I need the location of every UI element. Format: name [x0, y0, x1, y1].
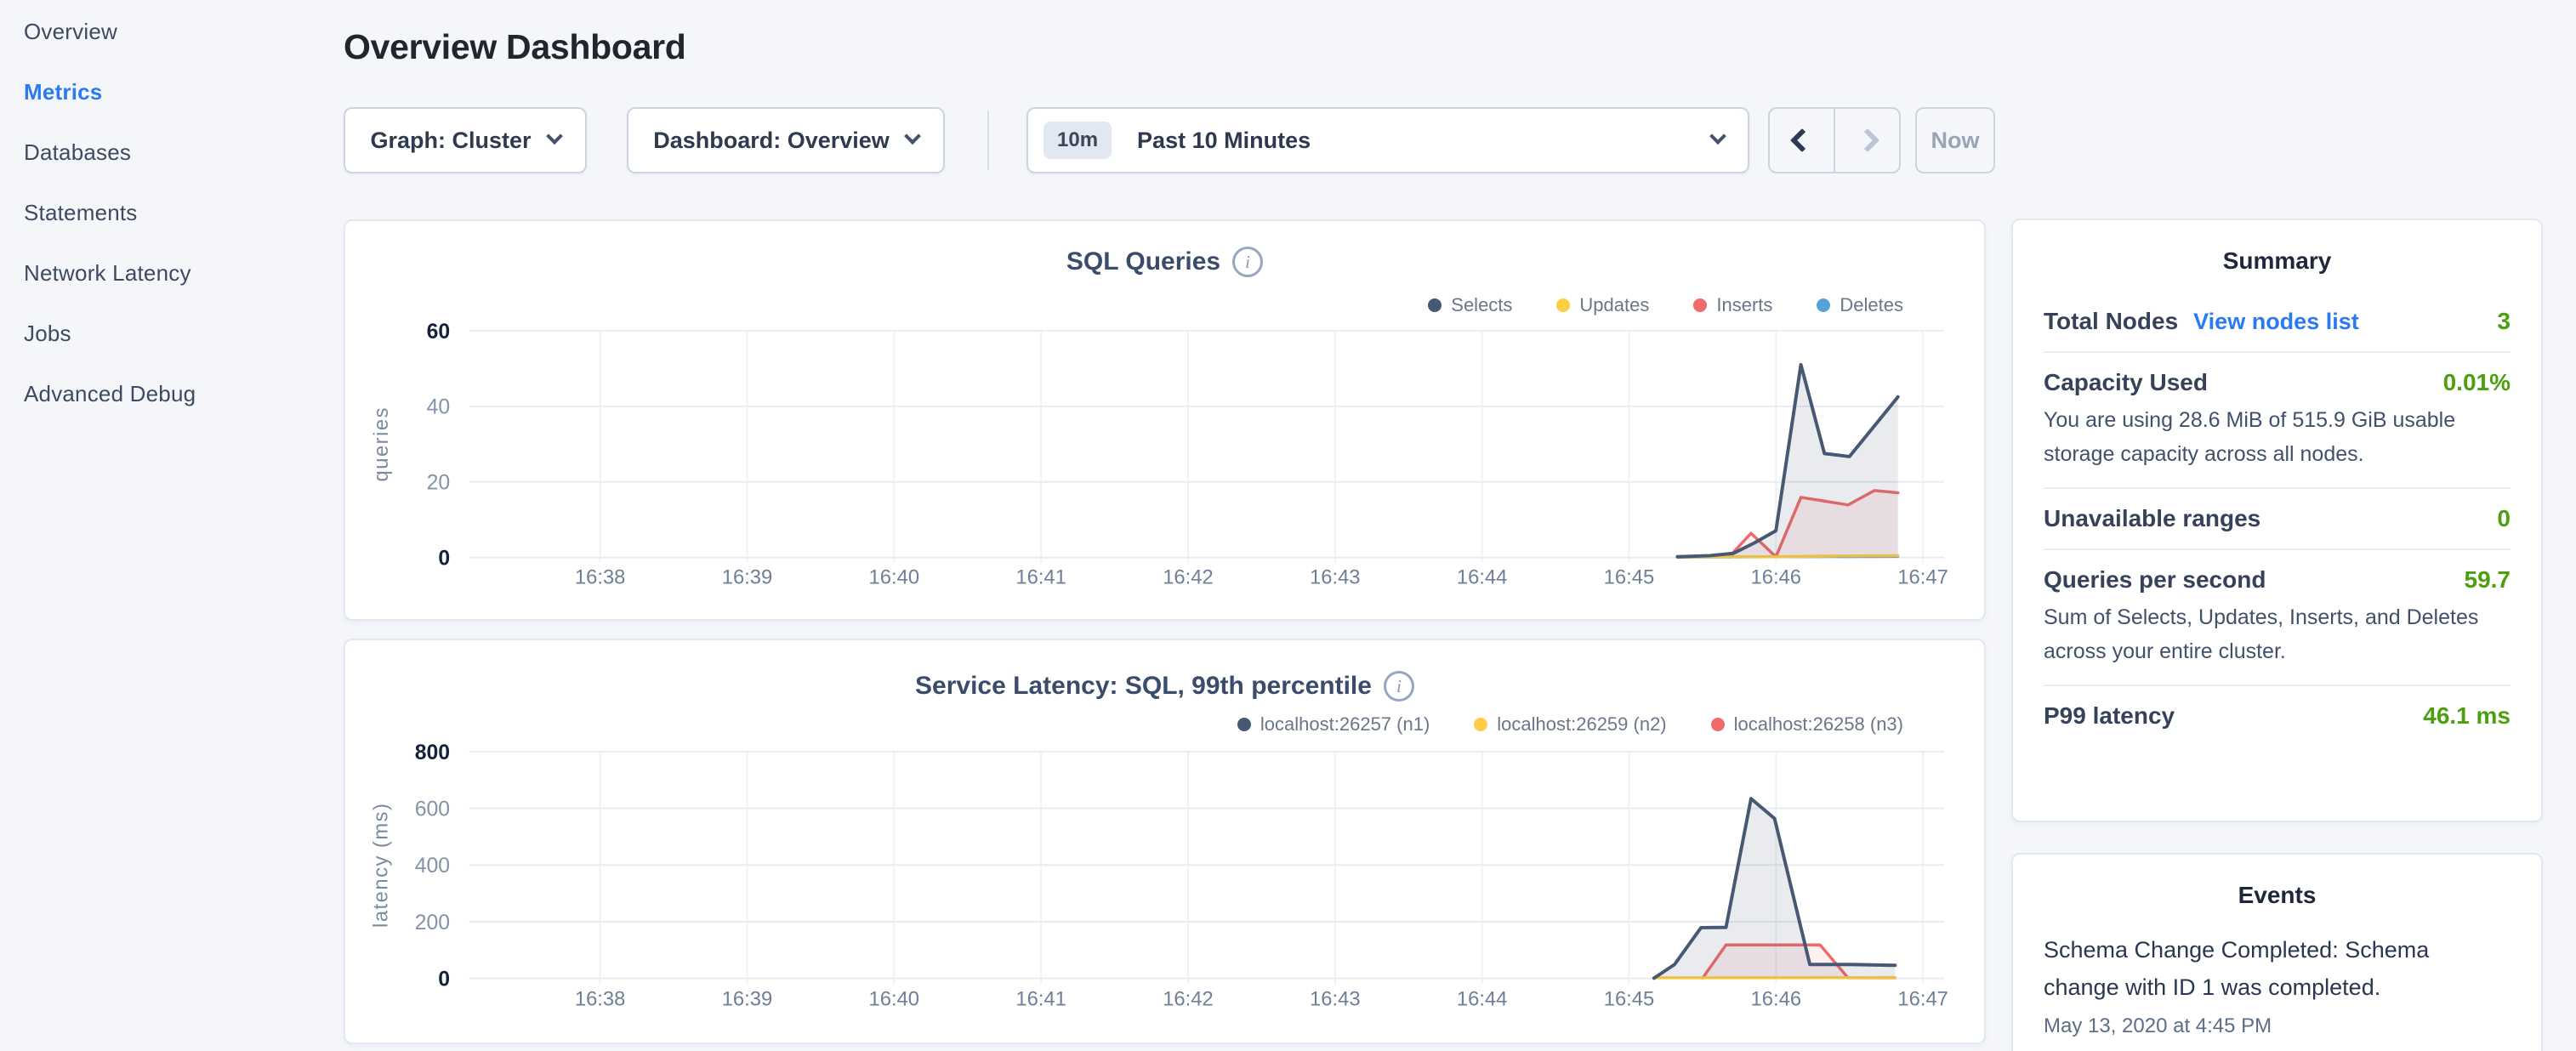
svg-text:16:39: 16:39 [722, 565, 773, 588]
summary-row-label: Unavailable ranges [2044, 505, 2260, 532]
toolbar-divider [987, 111, 989, 170]
svg-text:400: 400 [415, 855, 450, 878]
chevron-down-icon [546, 128, 563, 145]
summary-row-label: Total Nodes [2044, 308, 2178, 335]
svg-text:queries: queries [370, 406, 393, 481]
chevron-down-icon [904, 128, 921, 145]
svg-text:60: 60 [427, 321, 451, 344]
events-panel: Events Schema Change Completed: Schema c… [2011, 853, 2543, 1051]
time-range-dropdown[interactable]: 10m Past 10 Minutes [1026, 107, 1749, 173]
svg-text:16:40: 16:40 [869, 987, 920, 1010]
summary-row-queries-per-second: Queries per second 59.7 Sum of Selects, … [2044, 550, 2511, 686]
svg-text:16:41: 16:41 [1015, 987, 1066, 1010]
summary-row-value: 46.1 ms [2423, 702, 2511, 730]
next-range-button[interactable] [1834, 109, 1899, 172]
svg-text:16:45: 16:45 [1604, 565, 1655, 588]
sidebar-item-advanced-debug[interactable]: Advanced Debug [0, 364, 333, 424]
summary-row-p99-latency: P99 latency 46.1 ms [2044, 686, 2511, 746]
svg-text:16:47: 16:47 [1897, 565, 1948, 588]
summary-row-value: 0 [2497, 505, 2511, 532]
svg-text:0: 0 [438, 548, 450, 571]
svg-text:16:46: 16:46 [1750, 565, 1801, 588]
sidebar-item-databases[interactable]: Databases [0, 122, 333, 183]
view-nodes-list-link[interactable]: View nodes list [2193, 309, 2359, 335]
event-timestamp: May 13, 2020 at 4:45 PM [2044, 1014, 2511, 1038]
svg-text:0: 0 [438, 969, 450, 991]
summary-row-value: 3 [2497, 308, 2511, 335]
svg-text:16:40: 16:40 [869, 565, 920, 588]
summary-row-label: Capacity Used [2044, 369, 2208, 396]
svg-text:800: 800 [415, 741, 450, 764]
summary-row-label: P99 latency [2044, 702, 2175, 730]
chevron-left-icon [1789, 128, 1813, 152]
svg-text:16:38: 16:38 [575, 565, 626, 588]
dashboard-dropdown[interactable]: Dashboard: Overview [627, 107, 945, 173]
summary-row-description: Sum of Selects, Updates, Inserts, and De… [2044, 600, 2511, 668]
sidebar: OverviewMetricsDatabasesStatementsNetwor… [0, 0, 333, 1051]
summary-title: Summary [2044, 247, 2511, 275]
svg-text:20: 20 [427, 472, 451, 495]
svg-text:16:44: 16:44 [1457, 565, 1508, 588]
dashboard-dropdown-label: Dashboard: Overview [653, 128, 890, 154]
sidebar-item-statements[interactable]: Statements [0, 183, 333, 243]
svg-text:16:41: 16:41 [1015, 565, 1066, 588]
summary-row-capacity-used: Capacity Used 0.01% You are using 28.6 M… [2044, 353, 2511, 489]
summary-row-description: You are using 28.6 MiB of 515.9 GiB usab… [2044, 403, 2511, 471]
summary-row-value: 0.01% [2443, 369, 2511, 396]
time-range-label: Past 10 Minutes [1137, 128, 1311, 154]
time-range-pager [1768, 107, 1901, 173]
prev-range-button[interactable] [1770, 109, 1834, 172]
svg-text:600: 600 [415, 798, 450, 821]
sql-queries-chart-card: SQL Queries i SelectsUpdatesInsertsDelet… [344, 219, 1986, 621]
chevron-right-icon [1855, 128, 1879, 152]
svg-text:16:42: 16:42 [1163, 987, 1214, 1010]
summary-row-unavailable-ranges: Unavailable ranges 0 [2044, 489, 2511, 550]
toolbar: Graph: Cluster Dashboard: Overview 10m P… [344, 107, 2078, 173]
sidebar-item-jobs[interactable]: Jobs [0, 304, 333, 364]
summary-panel: Summary Total Nodes View nodes list 3 Ca… [2011, 219, 2543, 822]
sidebar-item-network-latency[interactable]: Network Latency [0, 243, 333, 304]
service-latency-plot[interactable]: 16:38 16:39 16:40 16:41 16:42 16:43 16:44 16:45… [345, 640, 1984, 1042]
cockroachdb-admin-console: OverviewMetricsDatabasesStatementsNetwor… [0, 0, 2576, 1051]
event-text: Schema Change Completed: Schema change w… [2044, 931, 2511, 1006]
now-button[interactable]: Now [1915, 107, 1995, 173]
service-latency-chart-card: Service Latency: SQL, 99th percentile i … [344, 639, 1986, 1044]
page-title: Overview Dashboard [344, 27, 685, 67]
summary-row-label: Queries per second [2044, 566, 2266, 594]
chevron-down-icon [1709, 128, 1726, 145]
sidebar-item-metrics[interactable]: Metrics [0, 62, 333, 122]
svg-text:16:42: 16:42 [1163, 565, 1214, 588]
svg-text:16:45: 16:45 [1604, 987, 1655, 1010]
svg-text:40: 40 [427, 396, 451, 419]
event-list-item[interactable]: Schema Change Completed: Schema change w… [2044, 931, 2511, 1038]
svg-text:16:46: 16:46 [1751, 987, 1802, 1010]
sql-queries-plot[interactable]: 16:38 16:39 16:40 16:41 16:42 16:43 16:44 16:45… [345, 221, 1984, 619]
svg-text:16:44: 16:44 [1457, 987, 1508, 1010]
summary-row-total-nodes: Total Nodes View nodes list 3 [2044, 292, 2511, 353]
graph-dropdown-label: Graph: Cluster [370, 128, 531, 154]
svg-text:200: 200 [415, 912, 450, 935]
sidebar-item-overview[interactable]: Overview [0, 2, 333, 62]
time-range-badge: 10m [1043, 122, 1112, 159]
events-title: Events [2044, 882, 2511, 909]
svg-text:16:47: 16:47 [1897, 987, 1948, 1010]
summary-row-value: 59.7 [2465, 566, 2511, 594]
svg-text:16:43: 16:43 [1310, 565, 1361, 588]
svg-text:latency (ms): latency (ms) [370, 803, 393, 928]
graph-dropdown[interactable]: Graph: Cluster [344, 107, 587, 173]
svg-text:16:43: 16:43 [1310, 987, 1361, 1010]
svg-text:16:38: 16:38 [575, 987, 626, 1010]
svg-text:16:39: 16:39 [722, 987, 773, 1010]
